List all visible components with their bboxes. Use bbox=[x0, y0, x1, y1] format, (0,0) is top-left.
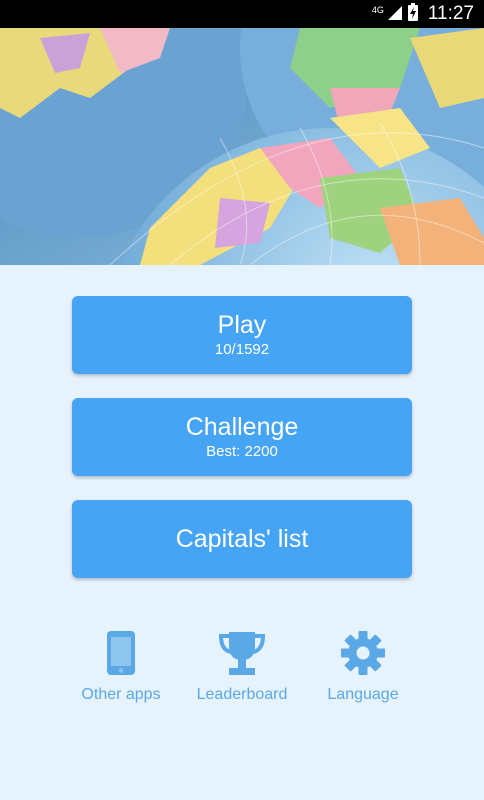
play-progress: 10/1592 bbox=[214, 341, 270, 358]
clock: 11:27 bbox=[427, 3, 474, 24]
play-button-label: Play bbox=[217, 311, 267, 339]
globe-map-photo bbox=[0, 28, 484, 265]
other-apps-button[interactable]: Other apps bbox=[51, 630, 191, 704]
gear-icon bbox=[293, 630, 433, 676]
leaderboard-button[interactable]: Leaderboard bbox=[172, 630, 312, 704]
challenge-button-label: Challenge bbox=[185, 413, 299, 441]
language-label: Language bbox=[327, 686, 399, 703]
play-button[interactable]: Play 10/1592 bbox=[72, 296, 412, 374]
leaderboard-label: Leaderboard bbox=[196, 686, 288, 703]
capitals-list-button[interactable]: Capitals' list bbox=[72, 500, 412, 578]
other-apps-label: Other apps bbox=[81, 686, 161, 703]
signal-icon bbox=[387, 4, 402, 25]
network-type: 4G bbox=[371, 5, 384, 15]
battery-charging-icon bbox=[407, 2, 418, 26]
challenge-best-score: Best: 2200 bbox=[206, 443, 278, 460]
language-button[interactable]: Language bbox=[293, 630, 433, 704]
trophy-icon bbox=[172, 630, 312, 676]
status-bar: 4G 11:27 bbox=[0, 0, 484, 28]
phone-icon bbox=[51, 630, 191, 676]
challenge-button[interactable]: Challenge Best: 2200 bbox=[72, 398, 412, 476]
capitals-list-button-label: Capitals' list bbox=[175, 525, 309, 553]
